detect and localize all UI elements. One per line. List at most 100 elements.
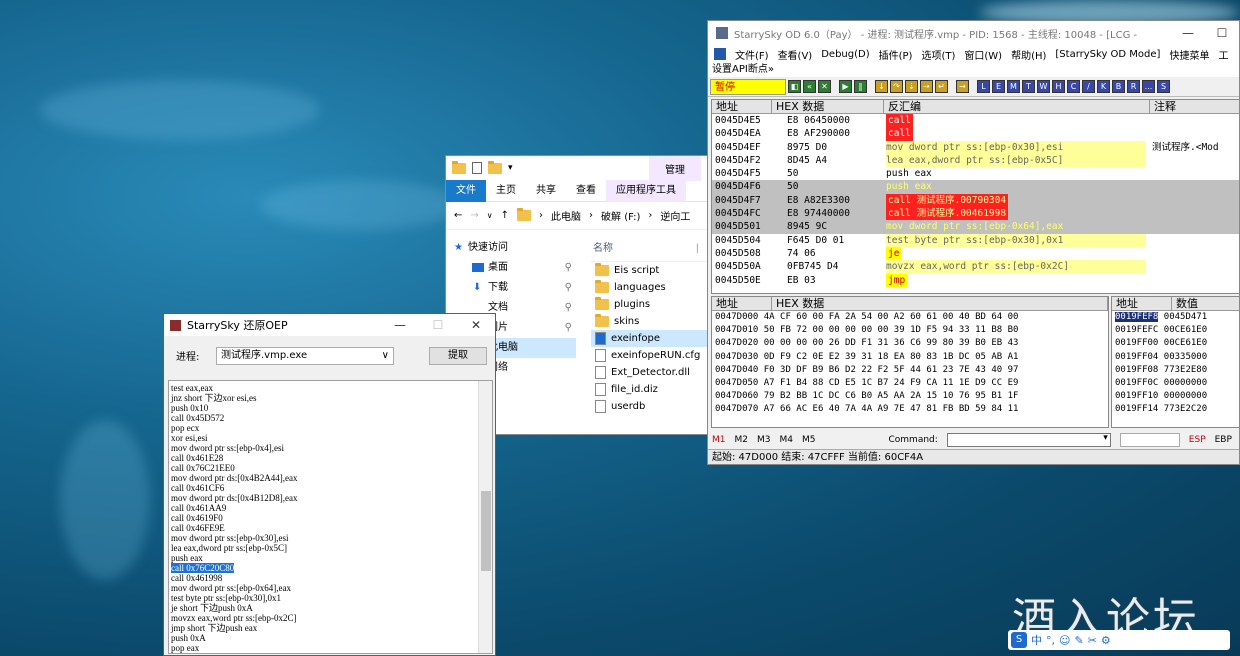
minimize-icon[interactable]: — [381, 318, 419, 332]
code-line[interactable]: push eax [171, 553, 492, 563]
code-line[interactable]: jmp short 下边push eax [171, 623, 492, 633]
minimize-icon[interactable]: — [1171, 26, 1205, 40]
disasm-row[interactable]: 0045D4F6 50 push eax [712, 180, 1239, 194]
disasm-row[interactable]: 0045D501 8945 9C mov dword ptr ss:[ebp-0x6… [712, 220, 1239, 234]
window-button-w[interactable]: W [1037, 80, 1050, 93]
menu-plugins[interactable]: 插件(P) [879, 47, 913, 62]
close-process-icon[interactable]: ✕ [818, 80, 831, 93]
window-button-t[interactable]: T [1022, 80, 1035, 93]
ime-lang[interactable]: 中 [1031, 632, 1042, 648]
menu-options[interactable]: 选项(T) [921, 47, 955, 62]
trace-into-icon[interactable]: ⇣ [905, 80, 918, 93]
ime-logo-icon[interactable]: S [1011, 632, 1027, 648]
stack-row[interactable]: 0019FEF8 0045D471 [1112, 311, 1239, 324]
disasm-row[interactable]: 0045D508 74 06 je [712, 246, 1239, 261]
window-button-more[interactable]: ... [1142, 80, 1155, 93]
mark-m4[interactable]: M4 [780, 435, 794, 445]
dump-row[interactable]: 0047D060 79 B2 BB 1C DC C6 B0 A5 AA 2A 1… [712, 390, 1108, 403]
trace-over-icon[interactable]: ⇢ [920, 80, 933, 93]
breadcrumb-folder[interactable]: 逆向工 [660, 208, 690, 223]
run-icon[interactable]: ▶ [839, 80, 852, 93]
code-line[interactable]: mov dword ptr ss:[ebp-0x4],esi [171, 443, 492, 453]
goto-icon[interactable]: → [956, 80, 969, 93]
maximize-icon[interactable]: ☐ [419, 318, 457, 332]
ribbon-tab-app-tools[interactable]: 应用程序工具 [606, 179, 686, 202]
maximize-icon[interactable]: ☐ [1205, 26, 1239, 40]
restart-icon[interactable]: « [803, 80, 816, 93]
properties-icon[interactable] [472, 162, 482, 174]
recent-dropdown-icon[interactable]: ∨ [487, 211, 493, 220]
window-button-m[interactable]: M [1007, 80, 1020, 93]
file-row[interactable]: Eis script [591, 262, 709, 279]
code-line[interactable]: xor esi,esi [171, 433, 492, 443]
ribbon-tab-view[interactable]: 查看 [566, 180, 606, 202]
ribbon-tab-file[interactable]: 文件 [446, 179, 486, 202]
address-bar[interactable]: ← → ∨ ↑ › 此电脑 › 破解 (F:) › 逆向工 [446, 202, 709, 230]
open-icon[interactable]: ◧ [788, 80, 801, 93]
code-line[interactable]: call 0x4619F0 [171, 513, 492, 523]
stack-row[interactable]: 0019FF14 773E2C20 [1112, 403, 1239, 416]
menu-help[interactable]: 帮助(H) [1011, 47, 1046, 62]
window-button-r[interactable]: R [1127, 80, 1140, 93]
code-line[interactable]: call 0x461AA9 [171, 503, 492, 513]
ime-settings-icon[interactable]: ⚙ [1101, 634, 1111, 647]
window-button-s[interactable]: S [1157, 80, 1170, 93]
ime-handwrite-icon[interactable]: ✎ [1074, 634, 1083, 647]
dump-row[interactable]: 0047D040 F0 3D DF B9 B6 D2 22 F2 5F 44 6… [712, 364, 1108, 377]
nav-desktop[interactable]: 桌面 ⚲ [446, 258, 576, 278]
col-hex[interactable]: HEX 数据 [772, 100, 884, 113]
oep-code-text[interactable]: test eax,eax jnz short 下边xor esi,es push 0… [168, 380, 493, 654]
disasm-row[interactable]: 0045D504 F645 D0 01 test byte ptr ss:[ebp-… [712, 233, 1239, 247]
disassembly-pane[interactable]: 地址 HEX 数据 反汇编 注释 0045D4E5 E8 06450000 call… [711, 99, 1239, 294]
menu-window[interactable]: 窗口(W) [964, 47, 1002, 62]
col-hex[interactable]: HEX 数据 [772, 297, 1108, 310]
disasm-row[interactable]: 0045D4EF 8975 D0 mov dword ptr ss:[ebp-0x3… [712, 140, 1239, 154]
code-line[interactable]: je short 下边push 0xA [171, 603, 492, 613]
window-button-slash[interactable]: / [1082, 80, 1095, 93]
quick-access-dropdown-icon[interactable]: ▾ [508, 163, 513, 173]
col-address[interactable]: 地址 [712, 100, 772, 113]
mark-m5[interactable]: M5 [802, 435, 816, 445]
stack-row[interactable]: 0019FF00 00CE61E0 [1112, 337, 1239, 350]
menu-shortcut[interactable]: 快捷菜单 [1169, 47, 1209, 62]
disasm-row[interactable]: 0045D4EA E8 AF290000 call [712, 127, 1239, 141]
nav-downloads[interactable]: ⬇ 下载 ⚲ [446, 278, 576, 298]
file-row[interactable]: plugins [591, 296, 709, 313]
up-icon[interactable]: ↑ [501, 210, 509, 221]
forward-icon[interactable]: → [470, 210, 478, 221]
code-line[interactable]: call 0x461998 [171, 573, 492, 583]
new-folder-icon[interactable] [488, 160, 502, 174]
ime-scissors-icon[interactable]: ✂ [1088, 634, 1097, 647]
back-icon[interactable]: ← [454, 210, 462, 221]
dump-row[interactable]: 0047D000 4A CF 60 00 FA 2A 54 00 A2 60 6… [712, 311, 1108, 324]
window-button-k[interactable]: K [1097, 80, 1110, 93]
mark-m1[interactable]: M1 [712, 435, 726, 445]
nav-quick-access[interactable]: ★ 快速访问 [446, 238, 576, 258]
code-line[interactable]: mov dword ptr ss:[ebp-0x64],eax [171, 583, 492, 593]
manage-tab[interactable]: 管理 [649, 156, 701, 181]
window-button-c[interactable]: C [1067, 80, 1080, 93]
stack-row[interactable]: 0019FEFC 00CE61E0 [1112, 324, 1239, 337]
disasm-row[interactable]: 0045D4E5 E8 06450000 call [712, 114, 1239, 128]
code-line[interactable]: pop eax [171, 643, 492, 653]
window-button-l[interactable]: L [977, 80, 990, 93]
menu-view[interactable]: 查看(V) [778, 47, 813, 62]
window-button-e[interactable]: E [992, 80, 1005, 93]
stack-row[interactable]: 0019FF04 00335000 [1112, 351, 1239, 364]
code-line[interactable]: movzx eax,word ptr ss:[ebp-0x2C] [171, 613, 492, 623]
code-line[interactable]: mov dword ptr ds:[0x4B12D8],eax [171, 493, 492, 503]
disasm-row[interactable]: 0045D4F5 50 push eax [712, 167, 1239, 180]
dump-row[interactable]: 0047D070 A7 66 AC E6 40 7A 4A A9 7E 47 8… [712, 403, 1108, 416]
dump-row[interactable]: 0047D020 00 00 00 00 26 DD F1 31 36 C6 9… [712, 337, 1108, 350]
menu-file[interactable]: 文件(F) [735, 47, 769, 62]
file-row[interactable]: exeinfopeRUN.cfg [591, 347, 709, 364]
code-line[interactable]: call 0x45D572 [171, 413, 492, 423]
command-extra[interactable] [1119, 432, 1180, 447]
menu-tools[interactable]: 工 [1218, 47, 1228, 62]
breadcrumb-drive[interactable]: 破解 (F:) [601, 208, 640, 223]
code-line[interactable]: call 0x76C20C80 [171, 563, 492, 573]
code-line[interactable]: call 0x461E28 [171, 453, 492, 463]
dump-row[interactable]: 0047D030 0D F9 C2 0E E2 39 31 18 EA 80 8… [712, 351, 1108, 364]
col-address[interactable]: 地址 [712, 297, 772, 310]
disasm-row[interactable]: 0045D50A 0FB745 D4 movzx eax,word ptr ss:[… [712, 260, 1239, 274]
